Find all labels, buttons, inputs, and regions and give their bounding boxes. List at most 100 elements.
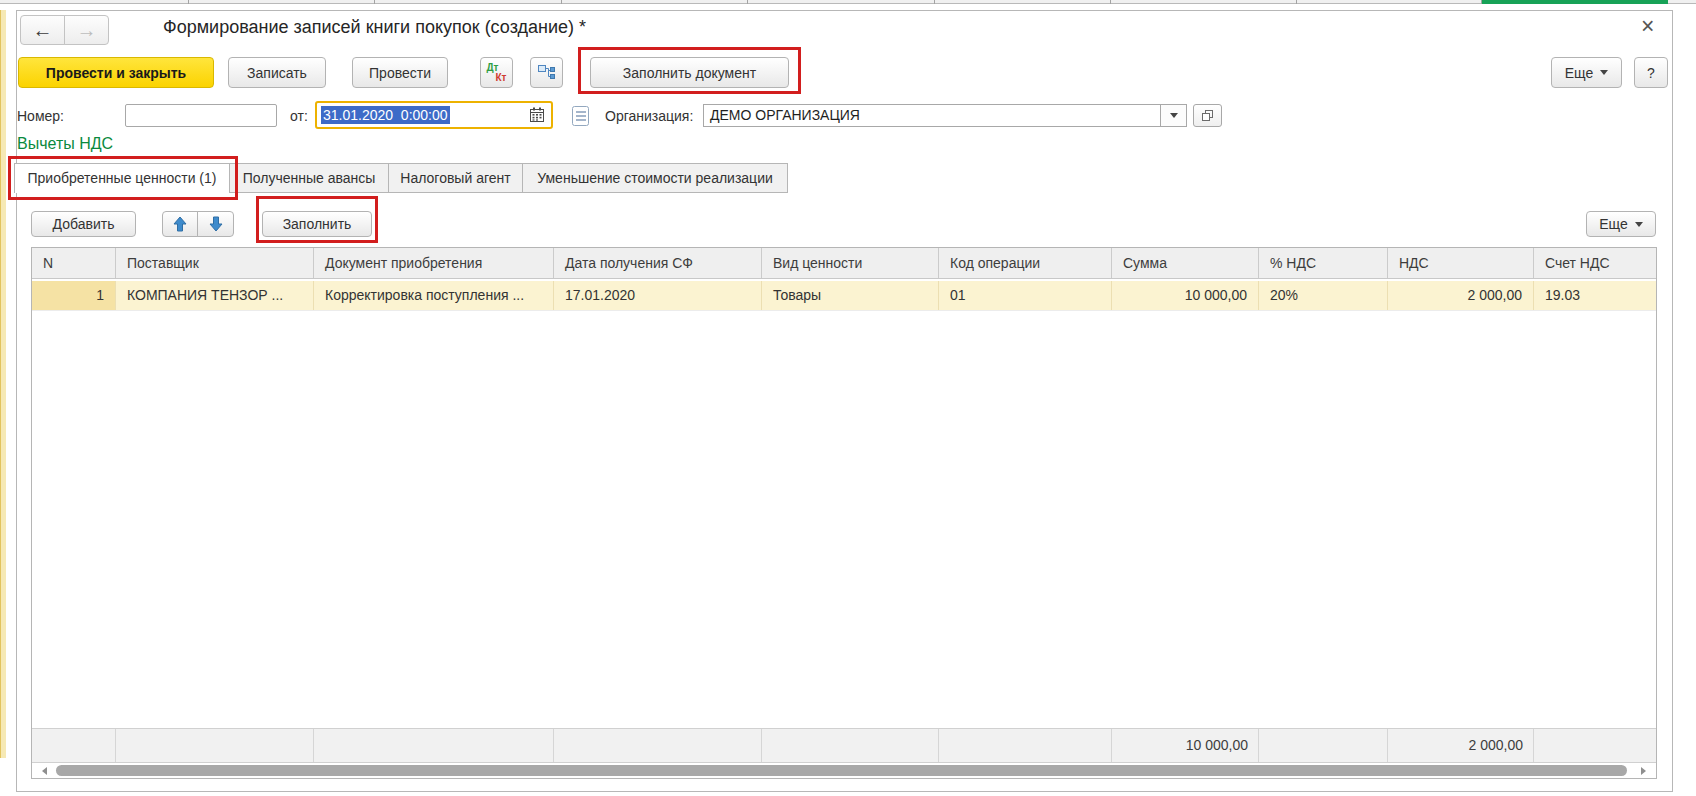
total-cell	[1534, 729, 1656, 762]
back-button[interactable]: ←	[20, 15, 65, 45]
document-list-icon[interactable]	[570, 105, 592, 127]
tab-label: Уменьшение стоимости реализации	[537, 170, 773, 186]
arrow-down-icon	[209, 216, 223, 232]
save-label: Записать	[247, 65, 307, 81]
report-structure-button[interactable]	[530, 57, 563, 88]
total-cell	[314, 729, 554, 762]
column-header-vat-account[interactable]: Счет НДС	[1534, 248, 1656, 278]
column-header-operation-code[interactable]: Код операции	[939, 248, 1112, 278]
forward-button[interactable]: →	[64, 15, 109, 45]
total-cell	[762, 729, 939, 762]
open-organization-button[interactable]	[1193, 104, 1222, 127]
cell-invoice-date[interactable]: 17.01.2020	[554, 281, 762, 310]
total-cell	[554, 729, 762, 762]
post-button[interactable]: Провести	[352, 57, 448, 88]
date-value-selected: 31.01.2020 0:00:00	[321, 106, 450, 124]
structure-icon	[537, 63, 556, 82]
vat-deductions-link[interactable]: Вычеты НДС	[17, 135, 113, 153]
scrollbar-thumb[interactable]	[56, 765, 1627, 776]
chevron-down-icon	[1600, 70, 1608, 75]
number-label: Номер:	[17, 108, 64, 124]
strip-divider	[934, 0, 935, 4]
page-title: Формирование записей книги покупок (созд…	[163, 17, 586, 38]
chevron-down-icon	[1170, 113, 1178, 118]
horizontal-scrollbar[interactable]	[32, 763, 1656, 778]
date-input[interactable]: 31.01.2020 0:00:00	[315, 101, 553, 129]
cell-amount[interactable]: 10 000,00	[1112, 281, 1259, 310]
form-more-button[interactable]: Еще	[1551, 57, 1622, 88]
screen: ← → Формирование записей книги покупок (…	[0, 0, 1696, 796]
strip-divider	[374, 0, 375, 4]
top-tab-strip	[0, 0, 1696, 4]
table-empty-area	[32, 311, 1656, 728]
help-label: ?	[1647, 65, 1655, 81]
tab-received-advances[interactable]: Полученные авансы	[229, 163, 389, 193]
cell-vat-percent[interactable]: 20%	[1259, 281, 1388, 310]
tab-sales-cost-reduction[interactable]: Уменьшение стоимости реализации	[522, 163, 788, 193]
total-cell	[1259, 729, 1388, 762]
post-and-close-button[interactable]: Провести и закрыть	[18, 57, 214, 88]
calendar-icon[interactable]	[529, 107, 545, 123]
strip-divider	[1481, 0, 1482, 4]
total-cell	[116, 729, 314, 762]
cell-vat-account[interactable]: 19.03	[1534, 281, 1656, 310]
column-header-amount[interactable]: Сумма	[1112, 248, 1259, 278]
cell-value-type[interactable]: Товары	[762, 281, 939, 310]
purchases-table: N Поставщик Документ приобретения Дата п…	[31, 247, 1657, 779]
left-edge-panel	[0, 10, 6, 758]
strip-active-tab	[1482, 0, 1668, 4]
column-header-invoice-date[interactable]: Дата получения СФ	[554, 248, 762, 278]
date-label: от:	[290, 108, 308, 124]
help-button[interactable]: ?	[1634, 57, 1668, 88]
column-header-value-type[interactable]: Вид ценности	[762, 248, 939, 278]
save-button[interactable]: Записать	[228, 57, 326, 88]
table-more-button[interactable]: Еще	[1586, 211, 1656, 237]
back-arrow-icon: ←	[33, 19, 53, 42]
cell-supplier[interactable]: КОМПАНИЯ ТЕНЗОР ...	[116, 281, 314, 310]
move-down-button[interactable]	[197, 211, 234, 237]
cell-vat[interactable]: 2 000,00	[1388, 281, 1534, 310]
table-header-row: N Поставщик Документ приобретения Дата п…	[32, 248, 1656, 279]
scroll-left-icon[interactable]	[42, 767, 47, 775]
strip-divider	[1110, 0, 1111, 4]
cell-document[interactable]: Корректировка поступления ...	[314, 281, 554, 310]
close-icon[interactable]: ×	[1641, 13, 1654, 40]
open-link-icon	[1201, 109, 1214, 122]
organization-dropdown-button[interactable]	[1160, 105, 1186, 126]
organization-label: Организация:	[605, 108, 693, 124]
show-postings-button[interactable]: Дт Кт	[480, 57, 513, 88]
post-and-close-label: Провести и закрыть	[46, 65, 186, 81]
total-amount: 10 000,00	[1112, 729, 1259, 762]
column-header-document[interactable]: Документ приобретения	[314, 248, 554, 278]
organization-value: ДЕМО ОРГАНИЗАЦИЯ	[704, 105, 1160, 126]
add-row-label: Добавить	[53, 216, 115, 232]
number-input[interactable]	[125, 104, 277, 127]
strip-divider	[1296, 0, 1297, 4]
column-header-vat[interactable]: НДС	[1388, 248, 1534, 278]
column-header-supplier[interactable]: Поставщик	[116, 248, 314, 278]
organization-input[interactable]: ДЕМО ОРГАНИЗАЦИЯ	[703, 104, 1187, 127]
add-row-button[interactable]: Добавить	[31, 211, 136, 237]
scroll-right-icon[interactable]	[1641, 767, 1646, 775]
cell-n[interactable]: 1	[32, 281, 116, 310]
annotation-box-fill	[256, 196, 378, 243]
total-cell	[32, 729, 116, 762]
forward-arrow-icon: →	[77, 19, 97, 42]
post-label: Провести	[369, 65, 431, 81]
tab-tax-agent[interactable]: Налоговый агент	[388, 163, 523, 193]
strip-divider	[747, 0, 748, 4]
tab-label: Полученные авансы	[243, 170, 376, 186]
form-more-label: Еще	[1565, 65, 1594, 81]
move-up-button[interactable]	[162, 211, 198, 237]
column-header-n[interactable]: N	[32, 248, 116, 278]
tab-label: Налоговый агент	[400, 170, 510, 186]
strip-divider	[188, 0, 189, 4]
total-cell	[939, 729, 1112, 762]
total-vat: 2 000,00	[1388, 729, 1534, 762]
table-row[interactable]: 1 КОМПАНИЯ ТЕНЗОР ... Корректировка пост…	[32, 281, 1656, 311]
annotation-box-fill-document	[578, 47, 801, 94]
column-header-vat-percent[interactable]: % НДС	[1259, 248, 1388, 278]
arrow-up-icon	[173, 216, 187, 232]
table-totals-row: 10 000,00 2 000,00	[32, 728, 1656, 763]
cell-operation-code[interactable]: 01	[939, 281, 1112, 310]
